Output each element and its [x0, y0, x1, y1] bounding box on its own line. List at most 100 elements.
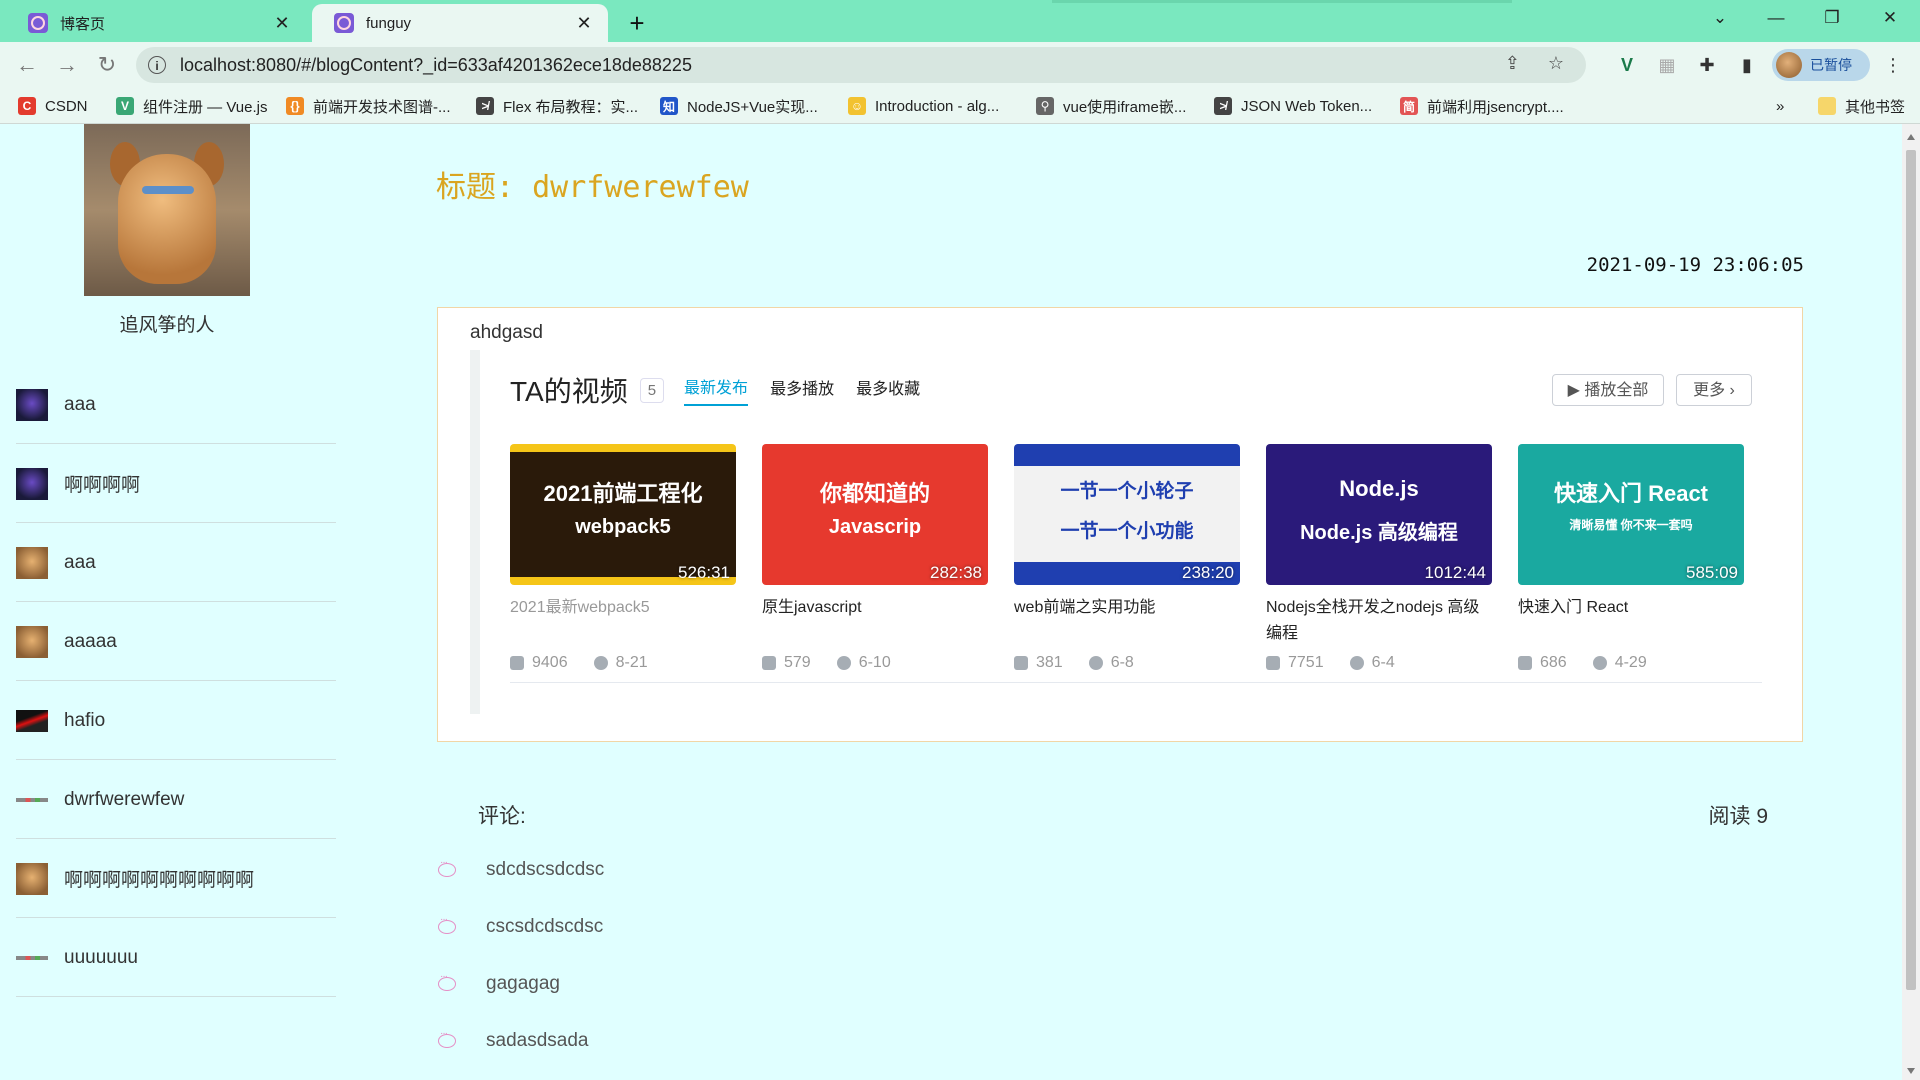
- other-bookmarks[interactable]: 其他书签: [1818, 96, 1905, 116]
- bookmark-item[interactable]: 知 NodeJS+Vue实现...: [660, 96, 818, 116]
- video-duration: 526:31: [678, 563, 730, 582]
- blog-list-item[interactable]: dwrfwerewfew: [16, 761, 336, 839]
- thumbnail-subtext: Javascrip: [828, 516, 922, 538]
- puzzle-icon[interactable]: ✚: [1694, 52, 1720, 78]
- blog-thumbnail: [16, 625, 48, 658]
- play-count-icon: [1014, 656, 1028, 670]
- profile-avatar: [1776, 52, 1802, 78]
- tab-latest[interactable]: 最新发布: [684, 374, 749, 406]
- scrollbar-thumb[interactable]: [1906, 150, 1916, 990]
- video-card[interactable]: 快速入门 React 清晰易懂 你不来一套吗 585:09 快速入门 React 686…: [1518, 444, 1744, 671]
- more-menu-icon[interactable]: ⋮: [1880, 52, 1906, 78]
- video-title[interactable]: 2021最新webpack5: [510, 595, 736, 647]
- blog-content: ahdgasd TA的视频 5 最新发布 最多播放 最多收藏 ▶ 播放全部 更多…: [437, 307, 1803, 742]
- reload-icon[interactable]: ↻: [92, 50, 122, 80]
- minimize-icon[interactable]: —: [1748, 0, 1804, 36]
- video-title[interactable]: 原生javascript: [762, 595, 988, 647]
- video-title[interactable]: 快速入门 React: [1518, 595, 1744, 647]
- bookmark-label: vue使用iframe嵌...: [1063, 98, 1187, 116]
- extension-icon[interactable]: ▦: [1654, 52, 1680, 78]
- avatar-art: [118, 154, 216, 284]
- user-avatar: [84, 124, 250, 296]
- video-thumbnail[interactable]: 2021前端工程化 webpack5 526:31: [510, 444, 736, 585]
- blog-list-item[interactable]: hafio: [16, 682, 336, 760]
- video-thumbnail[interactable]: 一节一个小轮子 一节一个小功能 238:20: [1014, 444, 1240, 585]
- video-thumbnail[interactable]: 你都知道的 Javascrip 282:38: [762, 444, 988, 585]
- close-tab-icon[interactable]: ✕: [574, 13, 594, 34]
- bookmarks-overflow-icon[interactable]: »: [1776, 96, 1784, 116]
- blog-list-item-title: hafio: [64, 709, 106, 731]
- bookmark-item[interactable]: C CSDN: [18, 96, 88, 116]
- close-tab-icon[interactable]: ✕: [272, 13, 292, 34]
- folder-icon: [1818, 97, 1836, 115]
- content-text: ahdgasd: [470, 322, 543, 343]
- share-icon[interactable]: ⇪: [1505, 53, 1520, 74]
- bookmark-label: Flex 布局教程：实...: [503, 98, 639, 116]
- blog-list-item[interactable]: 啊啊啊啊: [16, 445, 336, 523]
- play-icon: ▶: [1567, 382, 1585, 399]
- tab-most-played[interactable]: 最多播放: [770, 375, 834, 405]
- url-text[interactable]: localhost:8080/#/blogContent?_id=633af42…: [180, 55, 692, 76]
- bookmark-item[interactable]: ☺ Introduction - alg...: [848, 96, 999, 116]
- thumbnail-subtext: 一节一个小功能: [1060, 521, 1194, 542]
- video-title[interactable]: web前端之实用功能: [1014, 595, 1240, 647]
- bookmark-item[interactable]: ⚲ vue使用iframe嵌...: [1036, 96, 1186, 116]
- blog-list-item[interactable]: uuuuuuu: [16, 919, 336, 997]
- read-count: 阅读 9: [1708, 805, 1768, 828]
- profile-button[interactable]: 已暂停: [1772, 49, 1870, 81]
- forward-arrow-icon[interactable]: →: [52, 50, 82, 80]
- site-info-icon[interactable]: i: [148, 56, 166, 74]
- chevron-down-icon[interactable]: ⌄: [1692, 0, 1748, 36]
- play-count-icon: [510, 656, 524, 670]
- side-panel-icon[interactable]: ▮: [1734, 52, 1760, 78]
- bookmark-label: NodeJS+Vue实现...: [687, 98, 818, 116]
- blog-thumbnail: [16, 797, 48, 802]
- vue-devtools-extension-icon[interactable]: V: [1614, 52, 1640, 78]
- blog-thumbnail: [16, 388, 48, 421]
- star-icon[interactable]: ☆: [1548, 53, 1564, 74]
- bookmark-item[interactable]: ≯ JSON Web Token...: [1214, 96, 1372, 116]
- scroll-down-icon[interactable]: [1907, 1068, 1915, 1074]
- video-title[interactable]: Nodejs全栈开发之nodejs 高级编程: [1266, 595, 1492, 647]
- play-count-icon: [1518, 656, 1532, 670]
- tab-most-favorited[interactable]: 最多收藏: [856, 375, 920, 405]
- play-count-icon: [1266, 656, 1280, 670]
- blog-list-item[interactable]: aaa: [16, 524, 336, 602]
- play-count: 9406: [532, 654, 568, 671]
- comment-bubble-icon: [438, 857, 456, 877]
- blog-list-item[interactable]: aaaaa: [16, 603, 336, 681]
- video-thumbnail[interactable]: Node.js Node.js 高级编程 1012:44: [1266, 444, 1492, 585]
- page-scrollbar[interactable]: [1902, 124, 1920, 1080]
- video-list-title: TA的视频: [510, 376, 628, 407]
- play-count: 381: [1036, 654, 1063, 671]
- blog-list-item[interactable]: 啊啊啊啊啊啊啊啊啊啊: [16, 840, 336, 918]
- restore-icon[interactable]: ❐: [1804, 0, 1860, 36]
- address-bar[interactable]: i localhost:8080/#/blogContent?_id=633af…: [136, 47, 1586, 83]
- browser-tab-blog-page[interactable]: 博客页 ✕: [6, 4, 306, 42]
- browser-tab-funguy[interactable]: funguy ✕: [312, 4, 608, 42]
- scroll-up-icon[interactable]: [1907, 134, 1915, 140]
- blog-list-item[interactable]: aaa: [16, 366, 336, 444]
- close-window-icon[interactable]: ✕: [1862, 0, 1918, 36]
- thumbnail-subtext: webpack5: [575, 516, 671, 538]
- bookmark-item[interactable]: {} 前端开发技术图谱-...: [286, 96, 451, 116]
- bookmark-item[interactable]: V 组件注册 — Vue.js: [116, 96, 267, 116]
- video-card[interactable]: Node.js Node.js 高级编程 1012:44 Nodejs全栈开发之nod…: [1266, 444, 1492, 671]
- video-thumbnail[interactable]: 快速入门 React 清晰易懂 你不来一套吗 585:09: [1518, 444, 1744, 585]
- bookmark-label: 组件注册 — Vue.js: [143, 98, 268, 116]
- comments-label: 评论:: [478, 805, 526, 828]
- plus-icon[interactable]: +: [620, 6, 654, 40]
- back-arrow-icon[interactable]: ←: [12, 50, 42, 80]
- video-card[interactable]: 2021前端工程化 webpack5 526:31 2021最新webpack5 940…: [510, 444, 736, 671]
- bookmark-item[interactable]: 简前端利用jsencrypt....: [1400, 96, 1564, 116]
- bookmark-item[interactable]: ≯ Flex 布局教程：实...: [476, 96, 638, 116]
- bookmark-favicon-icon: ⚲: [1036, 97, 1054, 115]
- more-button[interactable]: 更多 ›: [1676, 374, 1752, 406]
- play-count: 686: [1540, 654, 1567, 671]
- upload-date: 6-4: [1371, 654, 1395, 671]
- play-all-button[interactable]: ▶ 播放全部: [1552, 374, 1664, 406]
- video-card[interactable]: 你都知道的 Javascrip 282:38 原生javascript 579 6-10: [762, 444, 988, 671]
- video-count-badge: 5: [639, 377, 665, 403]
- blog-list-item-title: dwrfwerewfew: [64, 788, 185, 810]
- video-card[interactable]: 一节一个小轮子 一节一个小功能 238:20 web前端之实用功能 381 6-8: [1014, 444, 1240, 671]
